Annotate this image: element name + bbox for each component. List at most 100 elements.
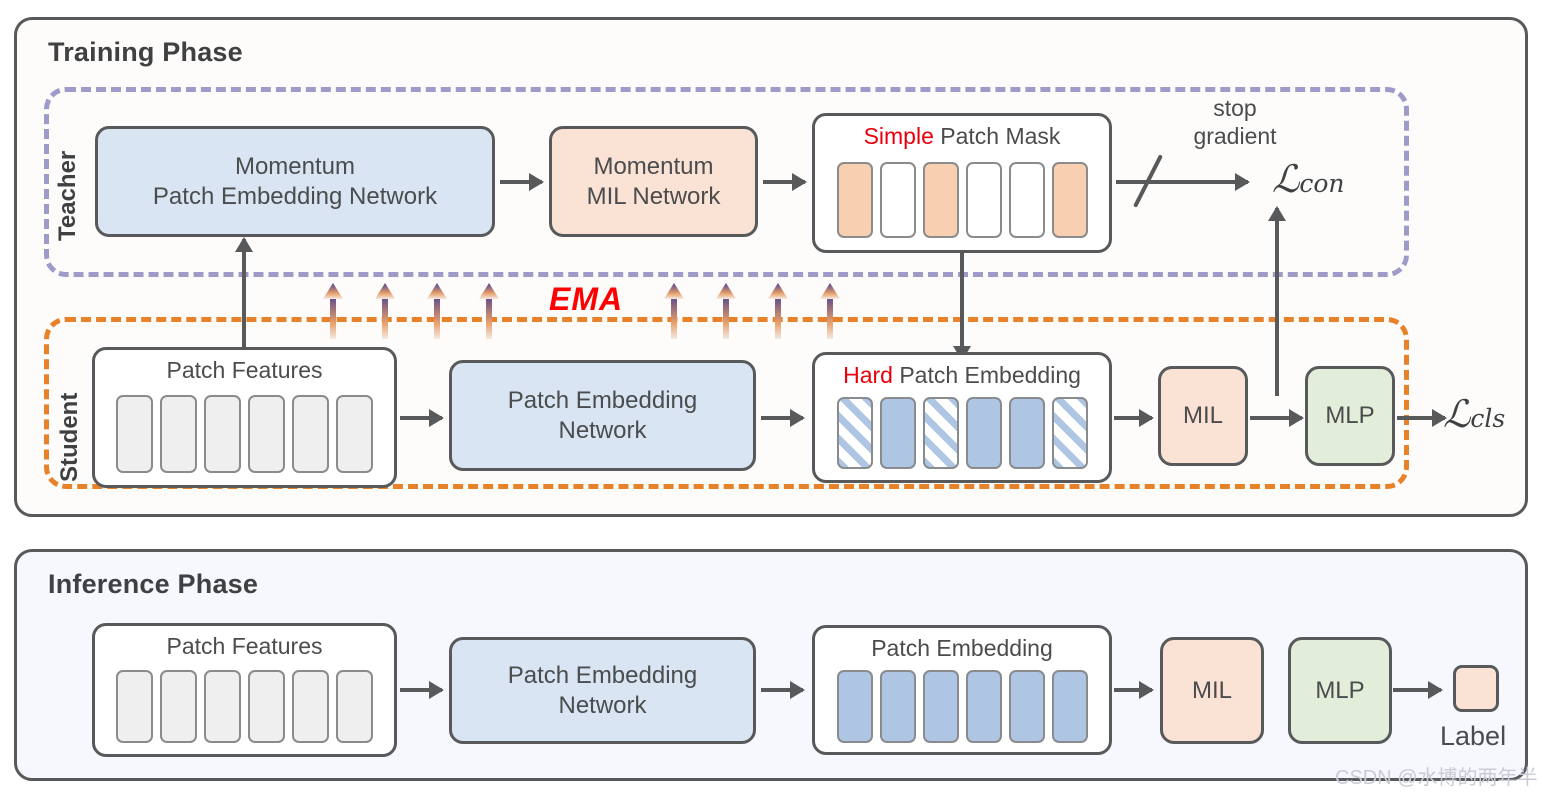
inference-feature-bar-5 [336, 670, 373, 743]
inference-embed-bar-1 [879, 670, 916, 743]
simple-mask-slot-1 [879, 162, 916, 238]
simple-mask-slot-0 [836, 162, 873, 238]
student-branch-label: Student [56, 392, 83, 482]
inference-embed-bar-2 [922, 670, 959, 743]
hard-embed-slot-2 [922, 397, 959, 469]
student-feature-bar-5 [336, 395, 373, 473]
arrow-student-network-to-embedding [761, 416, 803, 420]
simple-mask-slot-3 [965, 162, 1002, 238]
con-loss-subscript: con [1299, 169, 1345, 198]
arrow-mask-to-hard-patch-embedding [960, 253, 964, 359]
arrow-student-features-to-network [400, 416, 442, 420]
inference-embed-bar-3 [965, 670, 1002, 743]
inference-patch-embedding-box[interactable]: Patch Embedding [812, 625, 1112, 755]
stop-gradient-label: stop gradient [1165, 95, 1305, 150]
diagram-canvas: Training Phase Teacher Student Momentum … [0, 0, 1542, 796]
simple-mask-slot-5 [1051, 162, 1088, 238]
ema-arrow-4 [651, 283, 697, 339]
ema-arrow-1 [362, 283, 408, 339]
contrastive-loss-symbol: ℒcon [1272, 157, 1345, 201]
stop-gradient-line1: stop [1213, 95, 1257, 121]
arrow-teacher-mil-to-mask [763, 180, 805, 184]
student-mlp-label: MLP [1325, 402, 1375, 430]
inference-pen-line1: Patch Embedding [507, 662, 698, 690]
arrow-mask-to-con-loss [1116, 180, 1248, 184]
inference-feature-bar-3 [248, 670, 285, 743]
csdn-watermark: CSDN @水博的两年半 [1335, 767, 1538, 789]
teacher-mil-line2: MIL Network [586, 182, 721, 210]
inference-patch-embedding-network[interactable]: Patch Embedding Network [449, 637, 756, 744]
cls-loss-script-l: ℒ [1443, 392, 1471, 436]
inference-mlp-label: MLP [1315, 676, 1365, 704]
ema-label: EMA [549, 281, 624, 317]
student-hard-patch-embedding-box[interactable]: Hard Patch Embedding [812, 352, 1112, 483]
inference-feature-bar-1 [160, 670, 197, 743]
student-mil-label: MIL [1182, 402, 1223, 430]
student-patch-embedding-network[interactable]: Patch Embedding Network [449, 360, 756, 471]
inference-feature-bar-2 [204, 670, 241, 743]
arrow-teacher-pen-to-mil [500, 180, 542, 184]
inference-feature-bar-4 [292, 670, 329, 743]
inference-label-text: Label [1440, 721, 1507, 751]
teacher-momentum-patch-embedding-network[interactable]: Momentum Patch Embedding Network [95, 126, 495, 237]
arrow-mlp-to-con-loss [1275, 208, 1279, 396]
student-pen-line1: Patch Embedding [507, 387, 698, 415]
inference-label-chip [1453, 665, 1499, 712]
hard-embed-slot-1 [879, 397, 916, 469]
teacher-pen-line1: Momentum [234, 153, 356, 181]
inference-patch-embedding-strip [815, 670, 1109, 743]
inference-mlp-block[interactable]: MLP [1288, 637, 1392, 744]
student-feature-bar-0 [116, 395, 153, 473]
hard-patch-embedding-strip [815, 397, 1109, 469]
inference-feature-bar-0 [116, 670, 153, 743]
con-loss-script-l: ℒ [1272, 157, 1300, 201]
ema-arrow-6 [755, 283, 801, 339]
inference-mil-label: MIL [1191, 676, 1232, 704]
inference-embed-bar-4 [1008, 670, 1045, 743]
student-feature-bar-2 [204, 395, 241, 473]
simple-mask-slot-2 [922, 162, 959, 238]
inference-patch-features-strip [95, 670, 394, 743]
student-mlp-block[interactable]: MLP [1305, 366, 1395, 466]
ema-arrow-0 [310, 283, 356, 339]
hard-patch-embedding-caption-highlight: Hard [843, 362, 893, 388]
hard-embed-slot-3 [965, 397, 1002, 469]
simple-patch-mask-strip [815, 162, 1109, 238]
simple-patch-mask-caption: Simple Patch Mask [815, 123, 1109, 150]
arrow-patch-features-to-teacher-network [242, 239, 246, 356]
arrow-inference-features-to-network [400, 688, 442, 692]
hard-embed-slot-4 [1008, 397, 1045, 469]
ema-arrow-2 [414, 283, 460, 339]
cls-loss-subscript: cls [1470, 404, 1506, 433]
student-feature-bar-1 [160, 395, 197, 473]
inference-patch-features-caption: Patch Features [166, 633, 323, 659]
student-feature-bar-4 [292, 395, 329, 473]
student-patch-features-box[interactable]: Patch Features [92, 347, 397, 488]
student-mil-block[interactable]: MIL [1158, 366, 1248, 466]
arrow-student-mil-to-mlp [1250, 416, 1302, 420]
arrow-embedding-to-student-mil [1114, 416, 1152, 420]
hard-patch-embedding-caption: Hard Patch Embedding [815, 362, 1109, 389]
inference-patch-features-box[interactable]: Patch Features [92, 623, 397, 757]
student-patch-features-caption: Patch Features [166, 357, 323, 383]
classification-loss-symbol: ℒcls [1443, 392, 1505, 436]
simple-mask-slot-4 [1008, 162, 1045, 238]
arrow-inference-mlp-to-label [1393, 688, 1441, 692]
inference-mil-block[interactable]: MIL [1160, 637, 1264, 744]
ema-arrow-5 [703, 283, 749, 339]
ema-arrow-7 [807, 283, 853, 339]
teacher-simple-patch-mask-box[interactable]: Simple Patch Mask [812, 113, 1112, 253]
arrow-mlp-to-cls-loss [1397, 416, 1445, 420]
teacher-momentum-mil-network[interactable]: Momentum MIL Network [549, 126, 758, 237]
teacher-branch-label: Teacher [54, 150, 81, 241]
ema-arrow-3 [466, 283, 512, 339]
student-feature-bar-3 [248, 395, 285, 473]
hard-embed-slot-0 [836, 397, 873, 469]
student-patch-features-strip [95, 395, 394, 473]
hard-embed-slot-5 [1051, 397, 1088, 469]
inference-patch-embedding-caption: Patch Embedding [871, 635, 1053, 661]
hard-patch-embedding-caption-rest: Patch Embedding [892, 362, 1081, 388]
inference-embed-bar-5 [1051, 670, 1088, 743]
inference-pen-line2: Network [558, 691, 647, 719]
simple-patch-mask-caption-highlight: Simple [863, 123, 934, 149]
